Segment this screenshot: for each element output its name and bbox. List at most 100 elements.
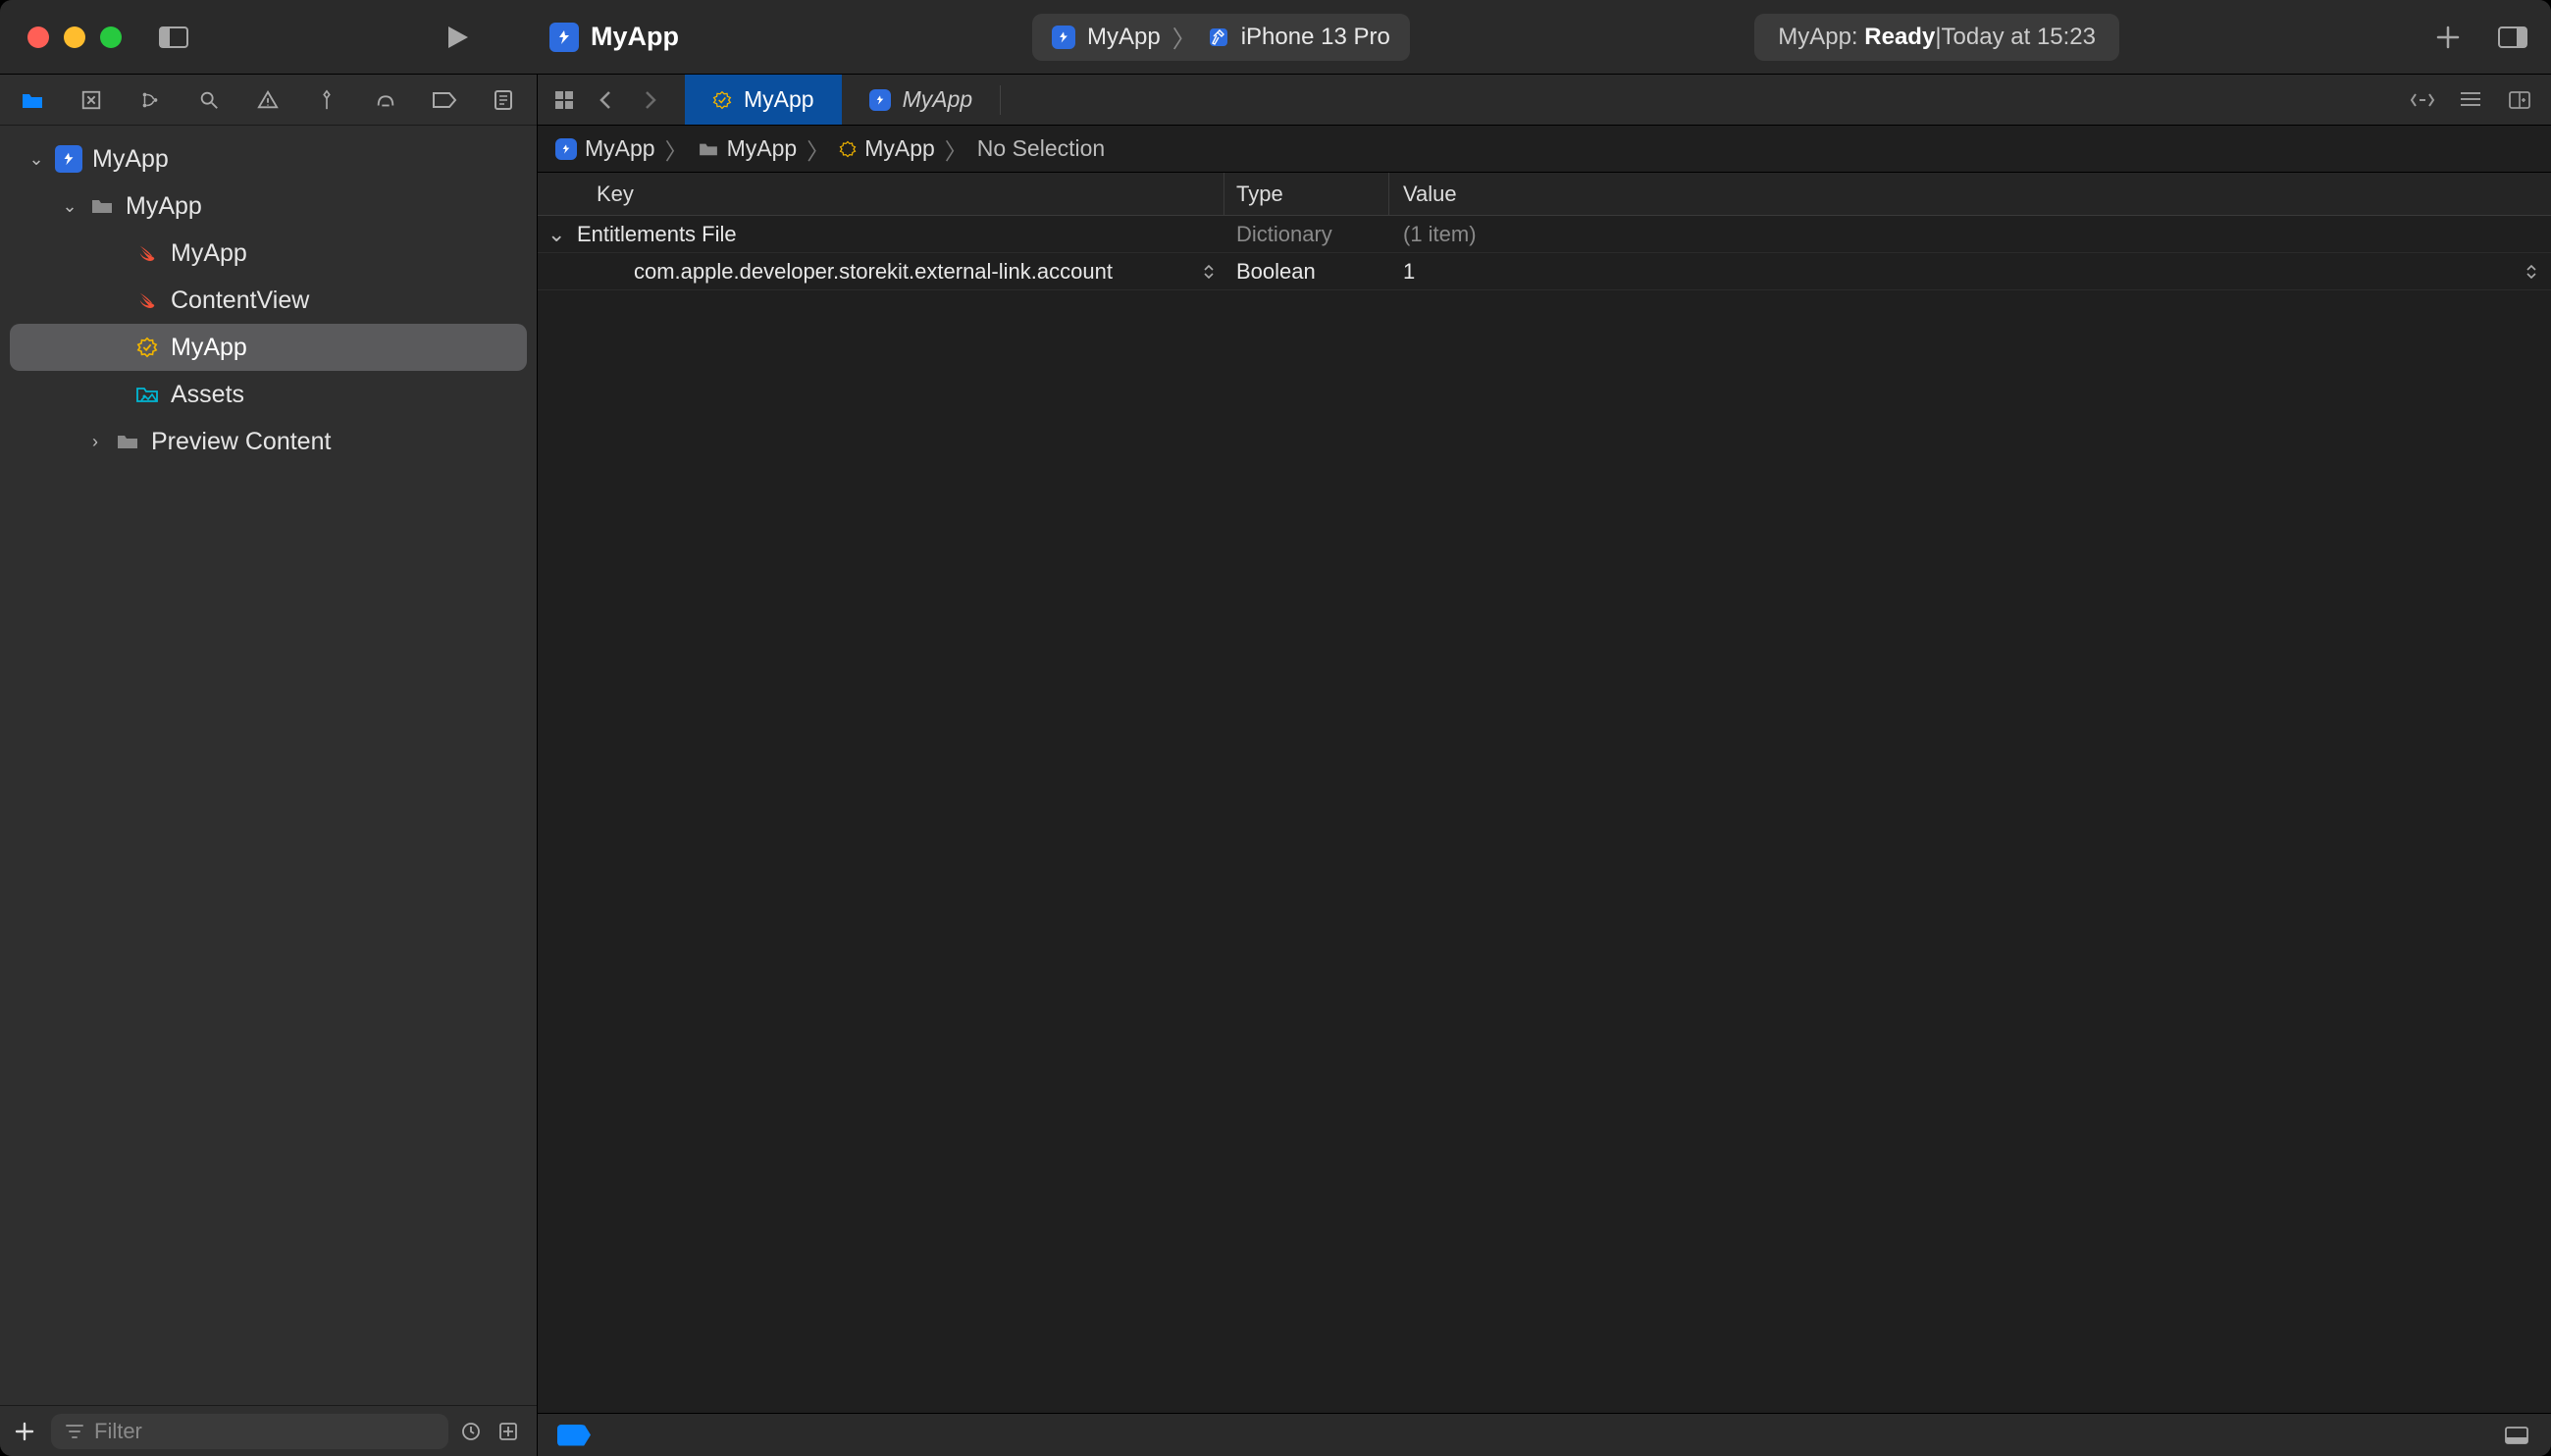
- stepper-icon[interactable]: [1203, 263, 1215, 281]
- status-time: Today at 15:23: [1942, 24, 2096, 51]
- tree-file-label: MyApp: [171, 334, 247, 362]
- project-icon: [869, 89, 891, 111]
- tree-project-label: MyApp: [92, 145, 169, 174]
- debug-navigator-tab[interactable]: [371, 85, 400, 115]
- status-app: MyApp: [1778, 24, 1851, 51]
- chevron-right-icon: ›: [86, 432, 104, 452]
- hammer-icon: [1208, 26, 1229, 48]
- entitlements-icon: [839, 140, 857, 158]
- report-navigator-tab[interactable]: [489, 85, 518, 115]
- folder-icon: [88, 192, 116, 220]
- tree-file-label: Preview Content: [151, 428, 331, 456]
- toggle-navigator-icon[interactable]: [159, 23, 188, 52]
- debug-bar: [538, 1413, 2551, 1456]
- project-icon: [555, 138, 577, 160]
- add-editor-icon[interactable]: [2508, 90, 2533, 110]
- tree-file-contentview[interactable]: › ContentView: [10, 277, 527, 324]
- tree-group-row[interactable]: ⌄ MyApp: [10, 182, 527, 230]
- tree-group-label: MyApp: [126, 192, 202, 221]
- breakpoint-toggle[interactable]: [557, 1425, 591, 1446]
- issue-navigator-tab[interactable]: [253, 85, 283, 115]
- related-items-icon[interactable]: [553, 89, 579, 111]
- project-icon: [55, 145, 82, 173]
- plist-type[interactable]: Boolean: [1224, 259, 1389, 285]
- scheme-selector[interactable]: MyApp 〉 iPhone 13 Pro: [1032, 14, 1410, 61]
- tree-file-label: MyApp: [171, 239, 247, 268]
- tree-file-assets[interactable]: › Assets: [10, 371, 527, 418]
- jump-bar[interactable]: MyApp 〉 MyApp 〉 MyApp 〉 No Select: [538, 126, 2551, 173]
- xcode-window: MyApp MyApp 〉 iPhone 13 Pro MyApp: Ready…: [0, 0, 2551, 1456]
- column-header-key[interactable]: Key: [538, 173, 1224, 215]
- column-header-value[interactable]: Value: [1389, 173, 2551, 215]
- project-name-label: MyApp: [591, 22, 679, 52]
- activity-status[interactable]: MyApp: Ready | Today at 15:23: [1754, 14, 2119, 61]
- tree-folder-preview[interactable]: › Preview Content: [10, 418, 527, 465]
- stepper-icon[interactable]: [2525, 263, 2537, 281]
- entitlements-icon: [712, 90, 732, 110]
- back-button[interactable]: [599, 90, 624, 110]
- destination-name: iPhone 13 Pro: [1241, 24, 1390, 51]
- tree-file-entitlements[interactable]: › MyApp: [10, 324, 527, 371]
- window-controls: [0, 26, 122, 48]
- plist-root-row[interactable]: ⌄ Entitlements File Dictionary (1 item): [538, 216, 2551, 253]
- filter-icon: [65, 1424, 84, 1439]
- chevron-right-icon: 〉: [807, 132, 829, 166]
- symbol-navigator-tab[interactable]: [135, 85, 165, 115]
- project-title: MyApp: [549, 22, 679, 52]
- tree-project-row[interactable]: ⌄ MyApp: [10, 135, 527, 182]
- folder-icon: [698, 141, 719, 157]
- plist-body: ⌄ Entitlements File Dictionary (1 item) …: [538, 216, 2551, 1413]
- jumpbar-seg-0: MyApp: [585, 135, 655, 162]
- tab-entitlements[interactable]: MyApp: [685, 75, 842, 125]
- tab-label: MyApp: [903, 86, 973, 113]
- toggle-debug-area-icon[interactable]: [2504, 1426, 2531, 1445]
- jumpbar-seg-2: MyApp: [864, 135, 935, 162]
- jumpbar-seg-3: No Selection: [977, 135, 1105, 162]
- plist-root-type: Dictionary: [1224, 222, 1389, 247]
- scm-filter-icon[interactable]: [497, 1421, 523, 1442]
- plist-value[interactable]: 1: [1403, 259, 1415, 285]
- breakpoint-navigator-tab[interactable]: [430, 85, 459, 115]
- project-navigator-tab[interactable]: [18, 85, 47, 115]
- zoom-window-button[interactable]: [100, 26, 122, 48]
- scheme-app-icon: [1052, 26, 1075, 49]
- add-file-button[interactable]: [14, 1421, 39, 1442]
- swift-icon: [133, 239, 161, 267]
- assets-icon: [133, 381, 161, 408]
- run-button[interactable]: [443, 23, 473, 52]
- filter-placeholder: Filter: [94, 1419, 142, 1444]
- chevron-right-icon: 〉: [665, 132, 688, 166]
- chevron-down-icon: ⌄: [27, 149, 45, 170]
- add-button[interactable]: [2433, 23, 2463, 52]
- navigator-footer: Filter: [0, 1405, 537, 1456]
- library-icon[interactable]: [2498, 23, 2527, 52]
- tab-project[interactable]: MyApp: [842, 75, 1001, 125]
- find-navigator-tab[interactable]: [194, 85, 224, 115]
- chevron-right-icon: 〉: [1172, 20, 1196, 54]
- filter-field[interactable]: Filter: [51, 1414, 448, 1449]
- tree-file-swift-app[interactable]: › MyApp: [10, 230, 527, 277]
- minimize-window-button[interactable]: [64, 26, 85, 48]
- column-header-type[interactable]: Type: [1224, 173, 1389, 215]
- navigator-tabs: [0, 75, 537, 126]
- source-control-navigator-tab[interactable]: [77, 85, 106, 115]
- close-window-button[interactable]: [27, 26, 49, 48]
- plist-header-row: Key Type Value: [538, 173, 2551, 216]
- tree-file-label: ContentView: [171, 286, 309, 315]
- adjust-editor-icon[interactable]: [2459, 90, 2484, 110]
- chevron-down-icon: ⌄: [61, 196, 78, 217]
- editor-pane: MyApp MyApp: [538, 75, 2551, 1456]
- review-icon[interactable]: [2410, 90, 2435, 110]
- test-navigator-tab[interactable]: [312, 85, 341, 115]
- plist-row[interactable]: › com.apple.developer.storekit.external-…: [538, 253, 2551, 290]
- tab-label: MyApp: [744, 86, 814, 113]
- navigator-pane: ⌄ MyApp ⌄ MyApp ›: [0, 75, 538, 1456]
- chevron-right-icon: 〉: [945, 132, 967, 166]
- chevron-down-icon[interactable]: ⌄: [547, 222, 567, 247]
- recent-filter-icon[interactable]: [460, 1421, 486, 1442]
- swift-icon: [133, 286, 161, 314]
- folder-icon: [114, 428, 141, 455]
- scheme-name: MyApp: [1087, 24, 1161, 51]
- titlebar: MyApp MyApp 〉 iPhone 13 Pro MyApp: Ready…: [0, 0, 2551, 75]
- forward-button[interactable]: [644, 90, 669, 110]
